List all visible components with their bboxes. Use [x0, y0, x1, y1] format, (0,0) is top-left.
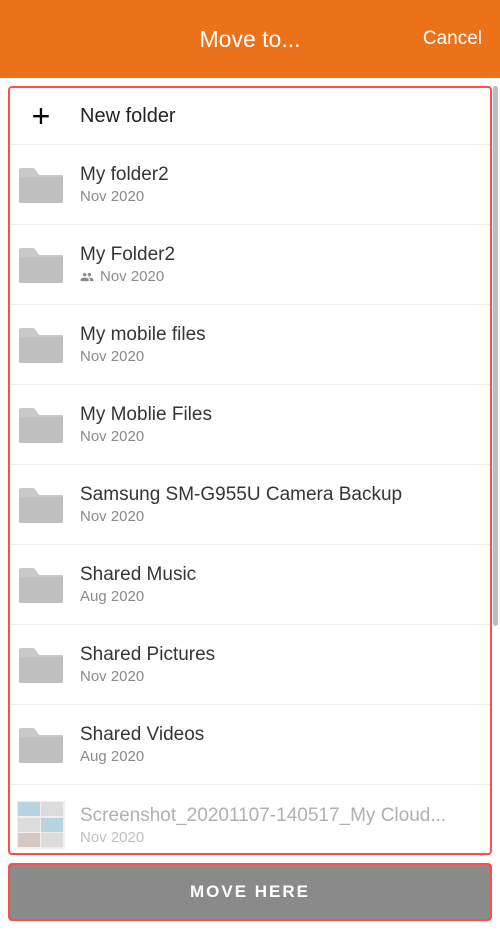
- item-name: My folder2: [80, 164, 484, 186]
- file-thumbnail-icon: [12, 801, 70, 849]
- item-date: Aug 2020: [80, 588, 144, 605]
- item-date: Nov 2020: [80, 508, 144, 525]
- list-item[interactable]: Screenshot_20201107-140517_My Cloud... No…: [10, 785, 490, 853]
- item-date: Nov 2020: [80, 348, 144, 365]
- item-name: My Folder2: [80, 244, 484, 266]
- move-here-label: MOVE HERE: [190, 882, 310, 902]
- item-name: Shared Videos: [80, 724, 484, 746]
- page-title: Move to...: [200, 26, 301, 53]
- item-name: Shared Music: [80, 564, 484, 586]
- item-date: Aug 2020: [80, 748, 144, 765]
- folder-icon: [12, 245, 70, 285]
- shared-icon: [80, 270, 94, 284]
- folder-icon: [12, 405, 70, 445]
- item-date: Nov 2020: [100, 268, 164, 285]
- scrollbar[interactable]: [493, 86, 498, 626]
- item-date: Nov 2020: [80, 829, 144, 846]
- new-folder-label: New folder: [80, 105, 484, 128]
- folder-icon: [12, 485, 70, 525]
- item-name: Samsung SM-G955U Camera Backup: [80, 484, 484, 506]
- item-name: My Moblie Files: [80, 404, 484, 426]
- folder-icon: [12, 565, 70, 605]
- list-item[interactable]: Shared Videos Aug 2020: [10, 705, 490, 785]
- item-date: Nov 2020: [80, 428, 144, 445]
- list-item[interactable]: Shared Music Aug 2020: [10, 545, 490, 625]
- folder-list: + New folder My folder2 Nov 2020 My Folde…: [10, 88, 490, 853]
- folder-icon: [12, 325, 70, 365]
- item-date: Nov 2020: [80, 668, 144, 685]
- header: Move to... Cancel: [0, 0, 500, 78]
- list-item[interactable]: My mobile files Nov 2020: [10, 305, 490, 385]
- new-folder-row[interactable]: + New folder: [10, 88, 490, 145]
- list-item[interactable]: Samsung SM-G955U Camera Backup Nov 2020: [10, 465, 490, 545]
- item-date: Nov 2020: [80, 188, 144, 205]
- list-item[interactable]: My folder2 Nov 2020: [10, 145, 490, 225]
- plus-icon: +: [12, 100, 70, 132]
- item-name: Shared Pictures: [80, 644, 484, 666]
- item-name: My mobile files: [80, 324, 484, 346]
- list-item[interactable]: Shared Pictures Nov 2020: [10, 625, 490, 705]
- cancel-button[interactable]: Cancel: [423, 28, 482, 50]
- folder-icon: [12, 725, 70, 765]
- list-item[interactable]: My Moblie Files Nov 2020: [10, 385, 490, 465]
- content: + New folder My folder2 Nov 2020 My Folde…: [0, 78, 500, 935]
- item-name: Screenshot_20201107-140517_My Cloud...: [80, 805, 484, 827]
- folder-icon: [12, 645, 70, 685]
- move-here-button[interactable]: MOVE HERE: [8, 863, 492, 921]
- folder-icon: [12, 165, 70, 205]
- list-item[interactable]: My Folder2 Nov 2020: [10, 225, 490, 305]
